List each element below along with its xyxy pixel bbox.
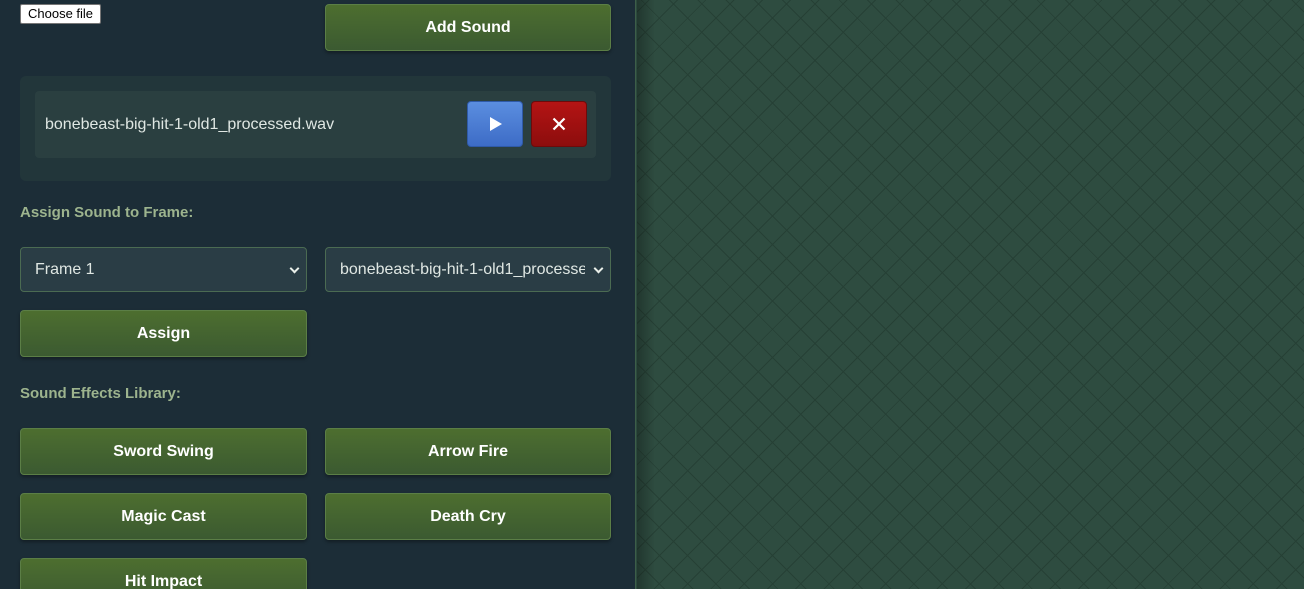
sfx-death-cry-button[interactable]: Death Cry: [325, 493, 611, 540]
sound-panel: Choose file Add Sound bonebeast-big-hit-…: [0, 0, 636, 589]
frame-select-value: Frame 1: [35, 260, 95, 278]
sound-list: bonebeast-big-hit-1-old1_processed.wav: [20, 76, 611, 181]
sound-list-item: bonebeast-big-hit-1-old1_processed.wav: [35, 91, 596, 158]
close-icon: [552, 117, 566, 131]
chevron-down-icon: [289, 263, 300, 273]
assign-section-label: Assign Sound to Frame:: [20, 204, 194, 221]
play-button[interactable]: [467, 101, 523, 147]
frame-select[interactable]: Frame 1: [20, 247, 307, 292]
sfx-magic-cast-button[interactable]: Magic Cast: [20, 493, 307, 540]
sfx-sword-swing-button[interactable]: Sword Swing: [20, 428, 307, 475]
chevron-down-icon: [593, 263, 604, 273]
add-sound-button[interactable]: Add Sound: [325, 4, 611, 51]
choose-file-button[interactable]: Choose file: [20, 4, 102, 24]
delete-sound-button[interactable]: [531, 101, 587, 147]
preview-canvas[interactable]: [637, 0, 1304, 589]
sfx-arrow-fire-button[interactable]: Arrow Fire: [325, 428, 611, 475]
library-section-label: Sound Effects Library:: [20, 385, 181, 402]
play-icon: [490, 117, 502, 131]
assign-button[interactable]: Assign: [20, 310, 307, 357]
sfx-hit-impact-button[interactable]: Hit Impact: [20, 558, 307, 589]
sound-filename: bonebeast-big-hit-1-old1_processed.wav: [45, 115, 335, 133]
sound-select-value: bonebeast-big-hit-1-old1_processed.wav: [340, 260, 585, 278]
panel-shadow: [637, 0, 655, 589]
sound-select[interactable]: bonebeast-big-hit-1-old1_processed.wav: [325, 247, 611, 292]
